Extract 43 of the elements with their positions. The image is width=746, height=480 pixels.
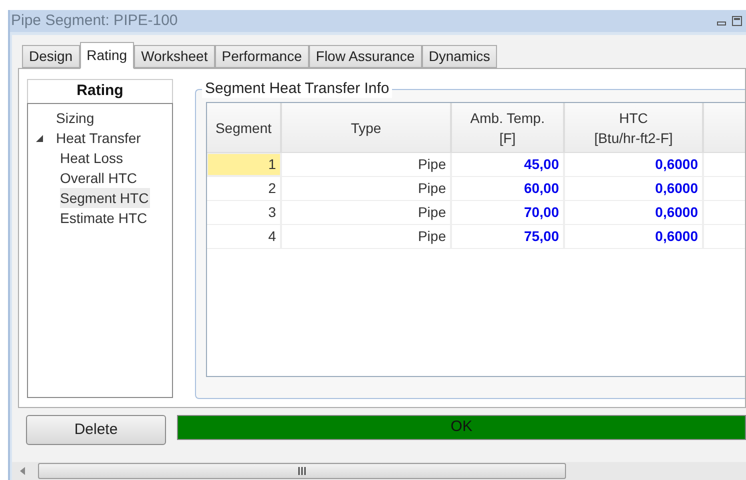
tab[interactable]: Performance	[214, 45, 309, 68]
table-cell: 0,6000	[565, 177, 704, 200]
table-cell: Pipe	[282, 225, 452, 248]
expand-icon[interactable]	[36, 134, 43, 142]
table-cell: 70,00	[452, 201, 565, 224]
table-cell: 75,00	[452, 225, 565, 248]
table-cell: 0,6000	[565, 225, 704, 248]
sidebar-header: Rating	[27, 79, 173, 103]
tree-item[interactable]: Segment HTC	[60, 188, 150, 208]
tab[interactable]: Design	[22, 45, 80, 68]
tree-item[interactable]: Heat Transfer	[56, 128, 142, 148]
grip-icon	[298, 467, 306, 475]
maximize-icon[interactable]	[732, 16, 742, 26]
empty-column-header	[704, 103, 745, 152]
table-cell: Pipe	[282, 177, 452, 200]
tab[interactable]: Worksheet	[134, 45, 215, 68]
delete-button[interactable]: Delete	[26, 415, 166, 445]
tree-item[interactable]: Estimate HTC	[60, 208, 148, 228]
table-cell: 2	[207, 177, 282, 200]
tab[interactable]: Rating	[80, 42, 134, 69]
table-cell: 45,00	[452, 153, 565, 176]
table-cell: Pipe	[282, 201, 452, 224]
tree-item[interactable]: Heat Loss	[60, 148, 124, 168]
table-cell: 0,6000	[565, 153, 704, 176]
scrollbar-thumb[interactable]	[38, 463, 566, 479]
column-header[interactable]: HTC [Btu/hr-ft2-F]	[565, 103, 704, 152]
table-cell: 60,00	[452, 177, 565, 200]
table-cell: 0,6000	[565, 201, 704, 224]
window-title: Pipe Segment: PIPE-100	[10, 10, 178, 31]
group-title: Segment Heat Transfer Info	[202, 80, 392, 98]
table-cell: 4	[207, 225, 282, 248]
tree-item[interactable]: Overall HTC	[60, 168, 138, 188]
column-header[interactable]: Type	[282, 103, 452, 152]
table-cell: 1	[207, 153, 282, 176]
tab[interactable]: Flow Assurance	[308, 45, 422, 68]
table-cell: 3	[207, 201, 282, 224]
tab[interactable]: Dynamics	[422, 45, 498, 68]
status-bar: OK	[177, 415, 746, 440]
column-header[interactable]: Segment	[207, 103, 282, 152]
column-header[interactable]: Amb. Temp. [F]	[452, 103, 565, 152]
scroll-left-icon[interactable]	[20, 467, 26, 475]
tree-item[interactable]: Sizing	[56, 108, 96, 128]
table-cell: Pipe	[282, 153, 452, 176]
